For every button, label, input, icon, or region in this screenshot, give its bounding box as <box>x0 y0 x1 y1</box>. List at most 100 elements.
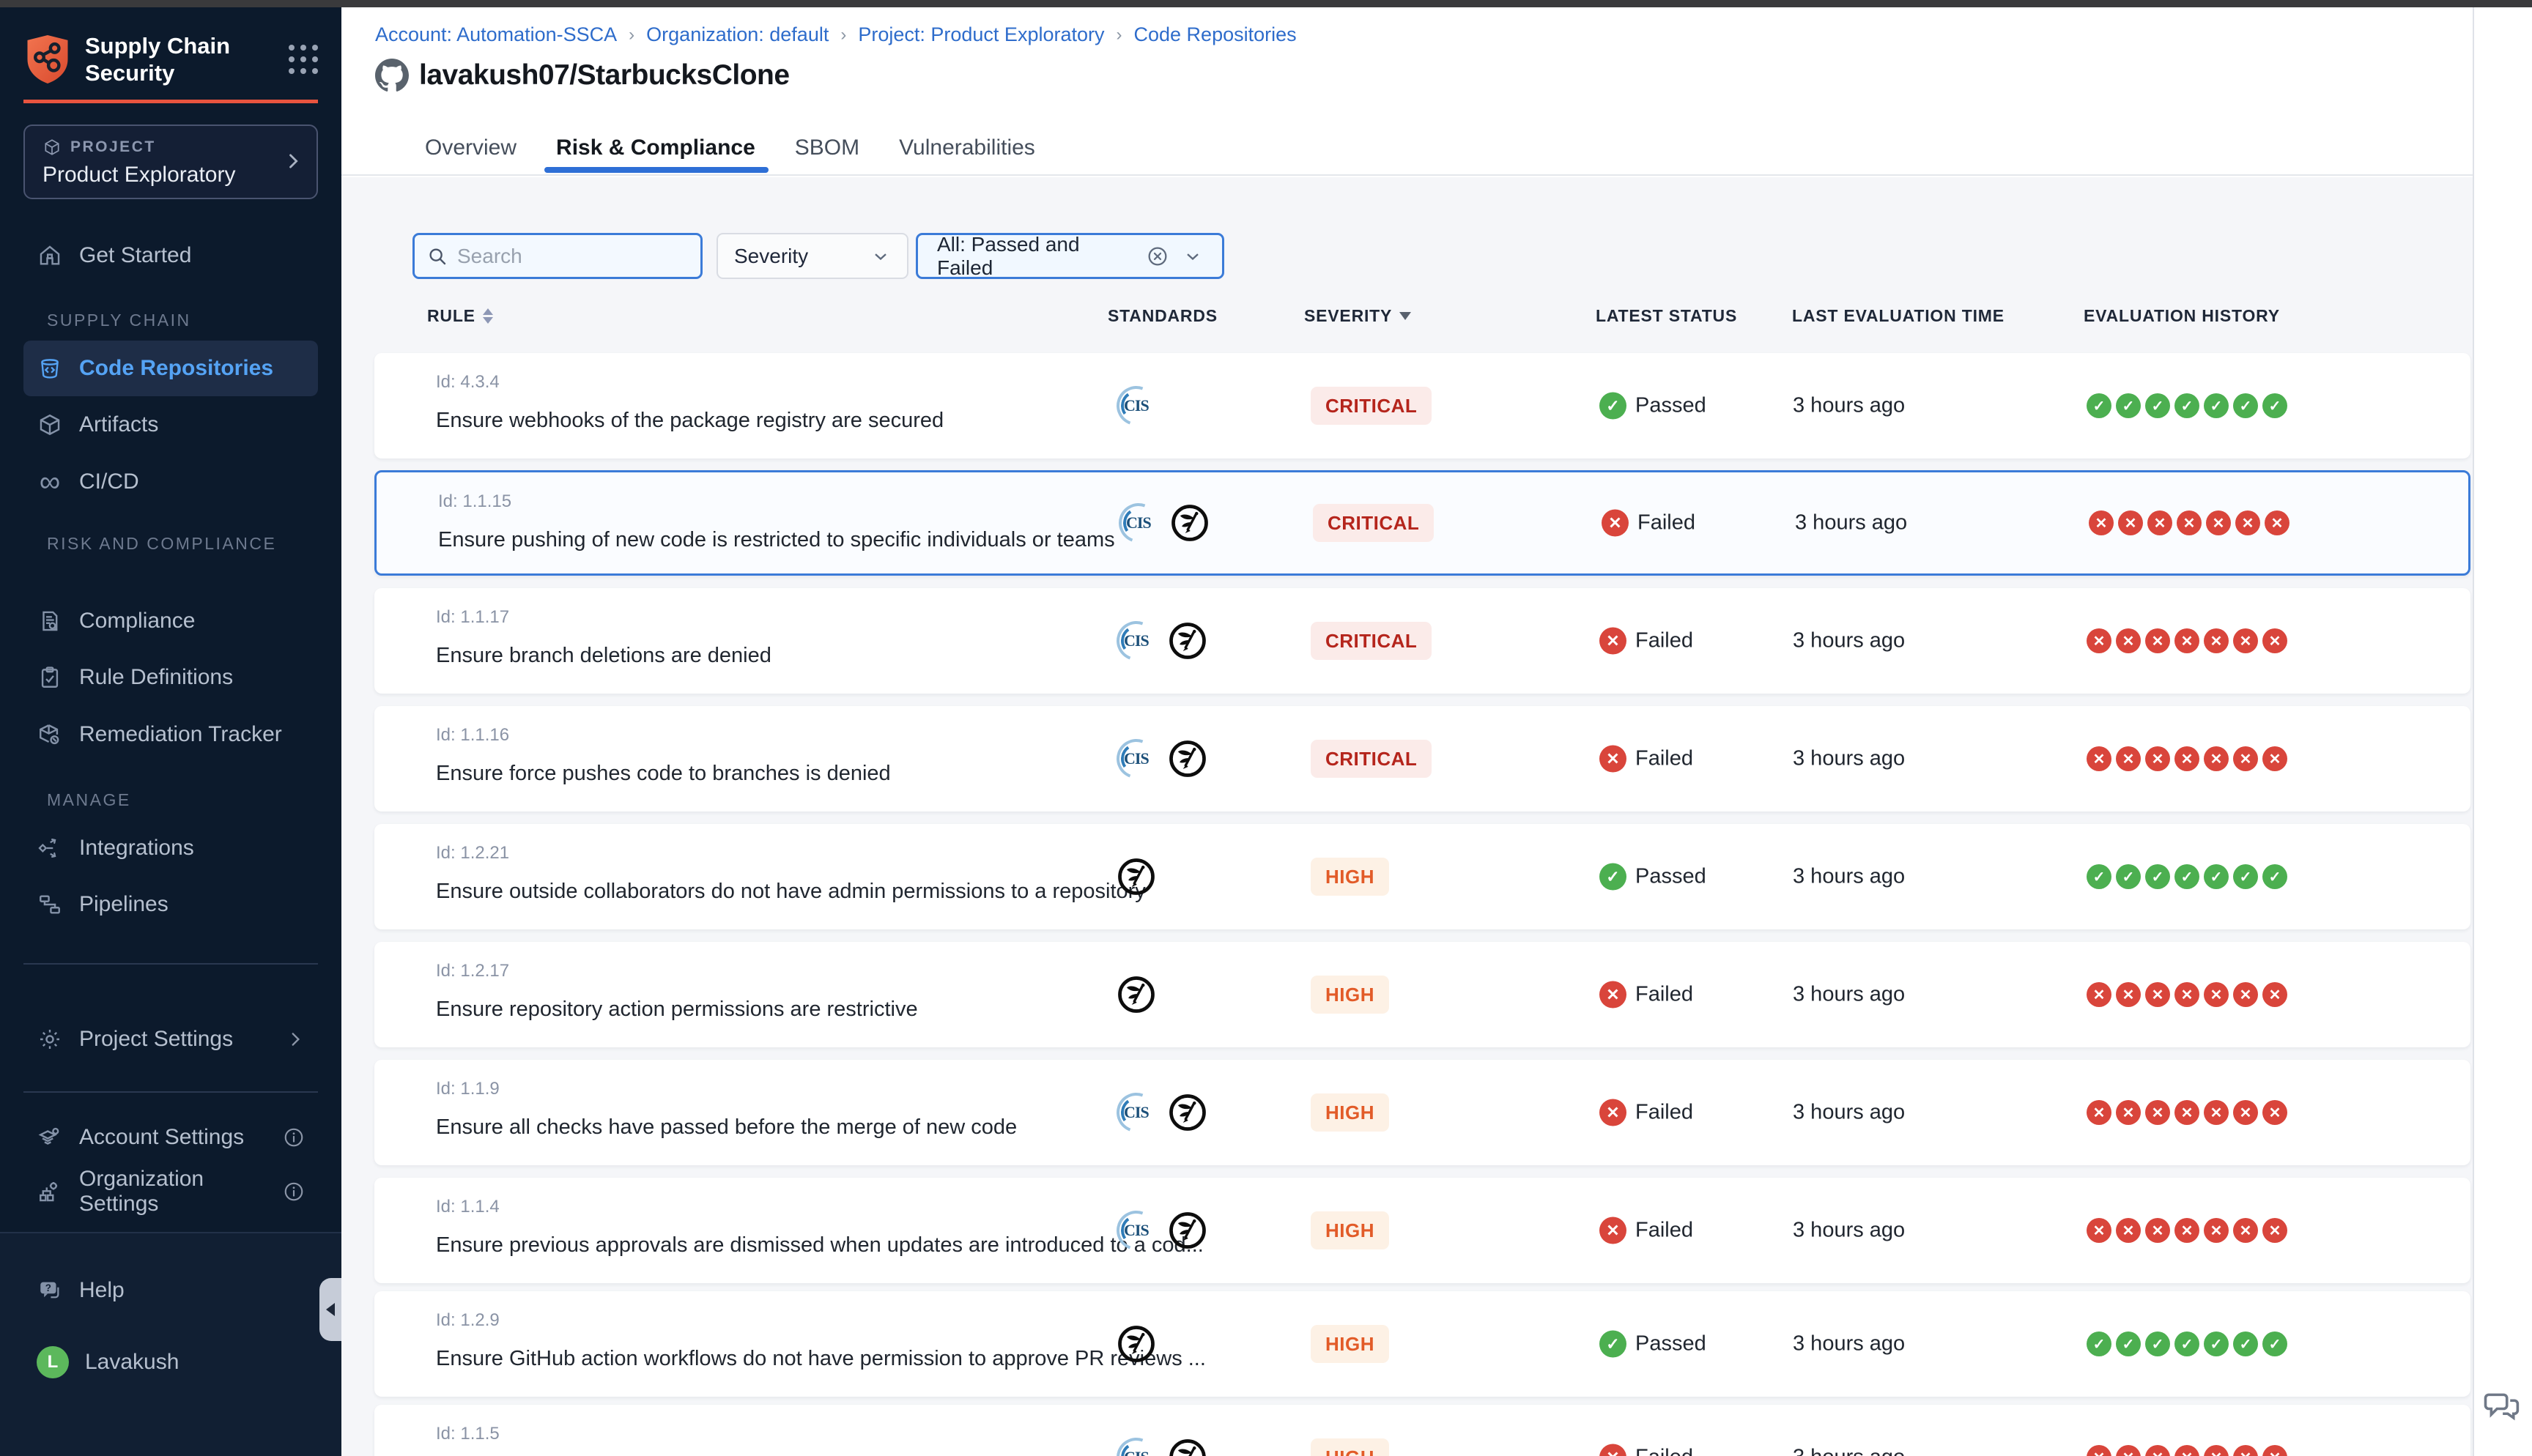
history-fail-icon <box>2087 1100 2111 1125</box>
breadcrumb-project[interactable]: Project: Product Exploratory <box>858 23 1104 46</box>
history-fail-icon <box>2262 1445 2287 1456</box>
sidebar-item-organization-settings[interactable]: Organization Settings <box>23 1167 318 1216</box>
status-fail-icon <box>1599 628 1626 655</box>
sidebar-item-label: Compliance <box>79 609 195 634</box>
sidebar-item-user[interactable]: L Lavakush <box>23 1338 318 1386</box>
column-header-evaluation-history: EVALUATION HISTORY <box>2084 306 2280 326</box>
tab-overview[interactable]: Overview <box>422 122 519 174</box>
home-icon <box>37 242 63 269</box>
sidebar-item-account-settings[interactable]: Account Settings <box>23 1113 318 1162</box>
breadcrumb: Account: Automation-SSCA › Organization:… <box>375 23 1297 46</box>
sidebar-section-manage: MANAGE <box>47 790 131 810</box>
breadcrumb-account[interactable]: Account: Automation-SSCA <box>375 23 617 46</box>
rule-row[interactable]: Id: 1.2.9 Ensure GitHub action workflows… <box>374 1291 2470 1397</box>
rule-row[interactable]: Id: 1.2.17 Ensure repository action perm… <box>374 942 2470 1047</box>
last-evaluation-time: 3 hours ago <box>1793 1332 1905 1356</box>
user-name: Lavakush <box>85 1350 179 1375</box>
column-header-rule[interactable]: RULE <box>427 306 493 326</box>
svg-text:?: ? <box>45 1282 51 1293</box>
rule-id: Id: 1.1.9 <box>436 1079 500 1099</box>
openssf-standard-icon <box>1117 857 1156 896</box>
search-input[interactable] <box>457 245 677 268</box>
sidebar-item-label: Rule Definitions <box>79 665 233 690</box>
rule-row[interactable]: Id: 1.1.9 Ensure all checks have passed … <box>374 1060 2470 1165</box>
standards-cell: CIS <box>1117 353 1156 458</box>
app-title: Supply Chain Security <box>85 32 246 86</box>
sidebar-item-project-settings[interactable]: Project Settings <box>23 1015 318 1063</box>
sidebar-divider <box>23 963 318 965</box>
app-switcher-grid-icon[interactable] <box>289 45 318 74</box>
severity-badge: HIGH <box>1311 1325 1389 1363</box>
severity-filter-dropdown[interactable]: Severity <box>717 233 908 279</box>
history-pass-icon <box>2145 393 2170 418</box>
sidebar-item-help[interactable]: ? Help <box>23 1266 318 1315</box>
history-fail-icon <box>2145 982 2170 1007</box>
column-header-severity[interactable]: SEVERITY <box>1304 306 1411 326</box>
status-fail-icon <box>1599 746 1626 773</box>
scrollbar-gutter[interactable] <box>2473 7 2532 1456</box>
rule-row[interactable]: Id: 1.1.17 Ensure branch deletions are d… <box>374 588 2470 694</box>
sidebar-item-rule-definitions[interactable]: Rule Definitions <box>23 653 318 702</box>
sidebar-item-get-started[interactable]: Get Started <box>23 231 318 280</box>
rule-description: Ensure pushing of new code is restricted… <box>438 528 1115 552</box>
breadcrumb-organization[interactable]: Organization: default <box>646 23 829 46</box>
rule-row[interactable]: Id: 1.1.4 Ensure previous approvals are … <box>374 1178 2470 1283</box>
tab-risk-and-compliance[interactable]: Risk & Compliance <box>553 122 758 174</box>
sidebar-section-supply-chain: SUPPLY CHAIN <box>47 311 191 330</box>
sidebar-item-pipelines[interactable]: Pipelines <box>23 880 318 929</box>
rule-row-selected[interactable]: Id: 1.1.15 Ensure pushing of new code is… <box>374 470 2470 576</box>
column-header-standards: STANDARDS <box>1108 306 1218 326</box>
rule-id: Id: 1.1.16 <box>436 725 509 746</box>
history-fail-icon <box>2174 1445 2199 1456</box>
history-fail-icon <box>2233 1100 2258 1125</box>
history-pass-icon <box>2233 393 2258 418</box>
history-fail-icon <box>2116 746 2141 771</box>
rule-row[interactable]: Id: 4.3.4 Ensure webhooks of the package… <box>374 353 2470 458</box>
history-fail-icon <box>2233 628 2258 653</box>
sidebar-item-code-repositories[interactable]: Code Repositories <box>23 341 318 396</box>
rule-row[interactable]: Id: 1.2.21 Ensure outside collaborators … <box>374 824 2470 929</box>
severity-badge: HIGH <box>1311 1093 1389 1132</box>
sidebar-collapse-handle[interactable] <box>319 1278 341 1341</box>
sidebar-item-compliance[interactable]: Compliance <box>23 597 318 645</box>
chat-support-icon[interactable] <box>2482 1386 2522 1425</box>
tab-vulnerabilities[interactable]: Vulnerabilities <box>896 122 1038 174</box>
cis-standard-icon: CIS <box>1117 739 1156 779</box>
history-fail-icon <box>2116 1218 2141 1243</box>
standards-cell: CIS <box>1117 1178 1207 1283</box>
history-fail-icon <box>2265 510 2289 535</box>
status-pass-icon <box>1599 1331 1626 1358</box>
org-chart-gear-icon <box>37 1178 63 1205</box>
history-pass-icon <box>2116 393 2141 418</box>
tab-sbom[interactable]: SBOM <box>792 122 862 174</box>
sort-icon[interactable] <box>483 308 493 324</box>
status-filter-dropdown[interactable]: All: Passed and Failed <box>916 233 1224 279</box>
sidebar-item-integrations[interactable]: Integrations <box>23 824 318 872</box>
latest-status: Failed <box>1599 628 1693 655</box>
rule-row[interactable]: Id: 1.1.16 Ensure force pushes code to b… <box>374 706 2470 811</box>
sidebar-section-risk-and-compliance: RISK AND COMPLIANCE <box>47 534 276 554</box>
info-icon[interactable] <box>283 1126 305 1148</box>
latest-status: Failed <box>1602 510 1695 537</box>
rule-row[interactable]: Id: 1.1.5 CIS HIGH Failed 3 hours ago <box>374 1405 2470 1456</box>
history-pass-icon <box>2204 864 2229 889</box>
info-icon[interactable] <box>283 1181 305 1203</box>
sidebar-item-label: Pipelines <box>79 892 169 917</box>
clear-filter-icon[interactable] <box>1146 245 1169 268</box>
tab-bar: Overview Risk & Compliance SBOM Vulnerab… <box>422 122 1038 174</box>
sidebar-item-cicd[interactable]: ∞ CI/CD <box>23 458 318 506</box>
standards-cell: CIS <box>1117 706 1207 811</box>
history-pass-icon <box>2145 1331 2170 1356</box>
sidebar-divider <box>23 1091 318 1093</box>
sidebar-item-artifacts[interactable]: Artifacts <box>23 401 318 449</box>
openssf-standard-icon <box>1168 1093 1207 1132</box>
rule-description: Ensure webhooks of the package registry … <box>436 409 944 433</box>
history-fail-icon <box>2233 1218 2258 1243</box>
history-fail-icon <box>2174 982 2199 1007</box>
evaluation-history <box>2087 1218 2287 1243</box>
history-fail-icon <box>2116 628 2141 653</box>
project-selector-card[interactable]: PROJECT Product Exploratory <box>23 125 318 199</box>
breadcrumb-code-repositories[interactable]: Code Repositories <box>1134 23 1297 46</box>
history-fail-icon <box>2233 1445 2258 1456</box>
sidebar-item-remediation-tracker[interactable]: Remediation Tracker <box>23 710 318 759</box>
